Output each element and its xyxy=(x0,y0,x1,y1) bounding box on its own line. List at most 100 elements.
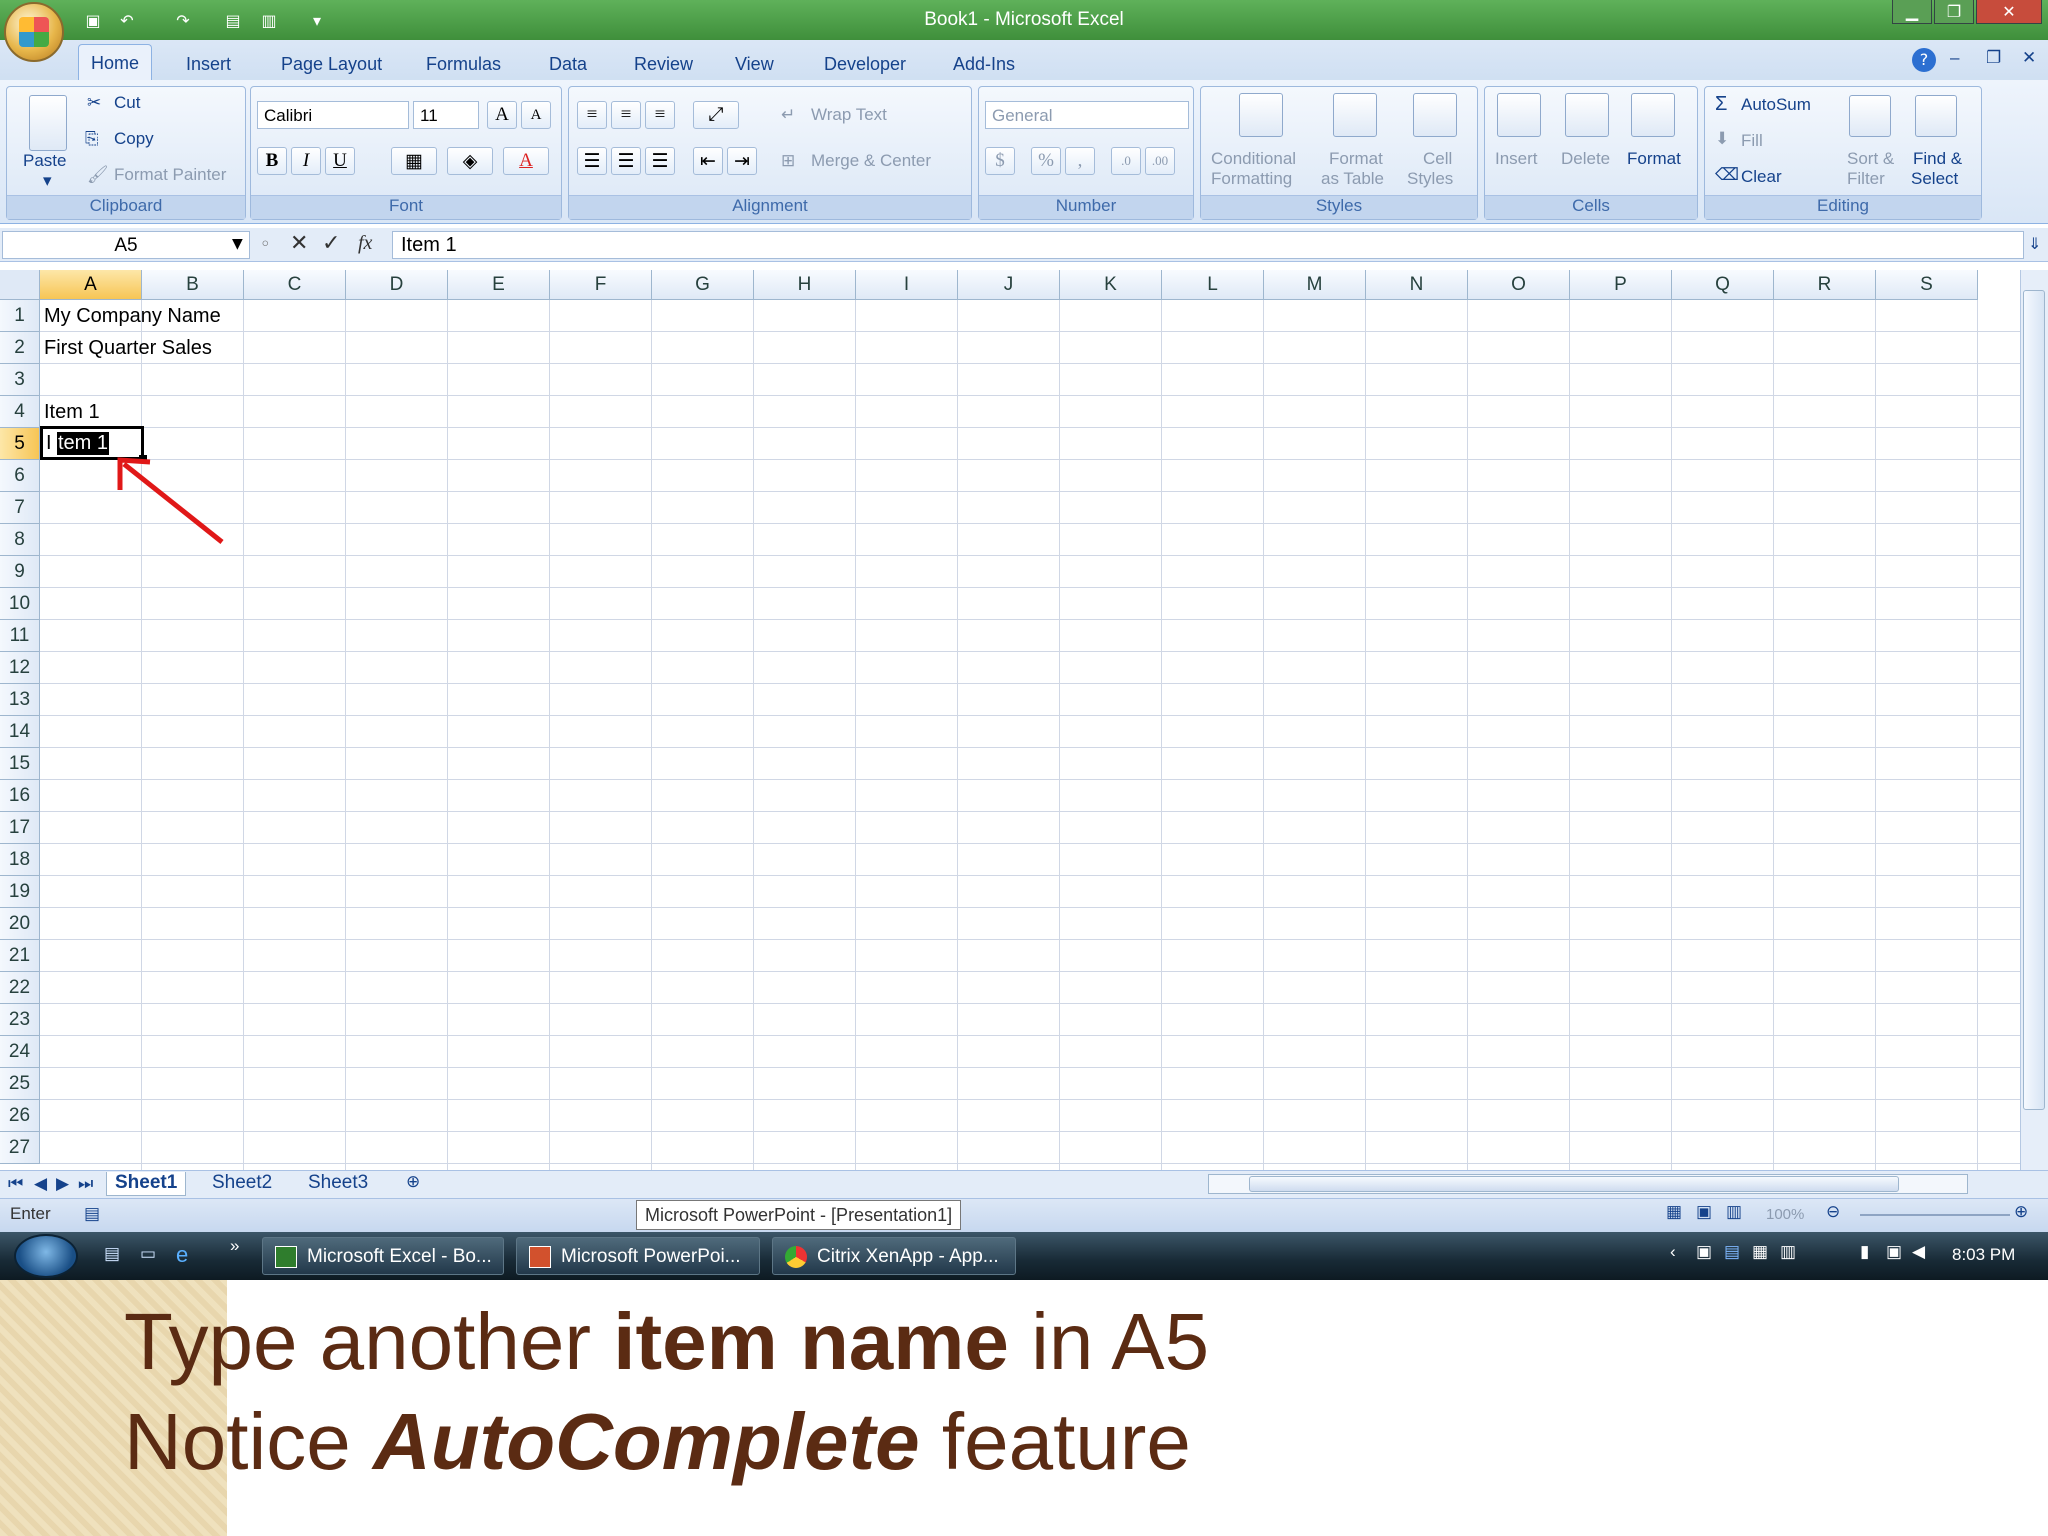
column-header-a[interactable]: A xyxy=(40,270,142,300)
row-header-21[interactable]: 21 xyxy=(0,940,40,972)
sort-filter-label-1[interactable]: Sort & xyxy=(1847,149,1894,169)
horizontal-scroll-thumb[interactable] xyxy=(1249,1176,1899,1192)
cut-button[interactable]: Cut xyxy=(114,93,140,113)
ribbon-restore-icon[interactable]: ❐ xyxy=(1986,48,2001,68)
column-header-l[interactable]: L xyxy=(1162,270,1264,300)
align-center-icon[interactable]: ☰ xyxy=(611,147,641,175)
internet-explorer-icon[interactable]: e xyxy=(176,1242,188,1268)
row-header-18[interactable]: 18 xyxy=(0,844,40,876)
row-header-12[interactable]: 12 xyxy=(0,652,40,684)
row-header-1[interactable]: 1 xyxy=(0,300,40,332)
tray-app-icon[interactable]: ▤ xyxy=(1724,1242,1740,1262)
cut-icon[interactable]: ✂ xyxy=(87,93,101,113)
vertical-scroll-thumb[interactable] xyxy=(2023,290,2045,1110)
wrap-text-icon[interactable]: ↵ xyxy=(781,105,795,125)
row-header-20[interactable]: 20 xyxy=(0,908,40,940)
macro-record-icon[interactable]: ▤ xyxy=(84,1204,100,1224)
align-top-icon[interactable]: ≡ xyxy=(577,101,607,129)
office-button[interactable] xyxy=(4,2,64,62)
tab-page-layout[interactable]: Page Layout xyxy=(269,48,394,80)
sheet-tab-sheet1[interactable]: Sheet1 xyxy=(106,1172,187,1196)
expand-formula-bar-icon[interactable]: ⇓ xyxy=(2028,234,2041,253)
formula-input[interactable]: Item 1 xyxy=(392,231,2024,259)
zoom-level[interactable]: 100% xyxy=(1766,1206,1804,1223)
insert-sheet-icon[interactable]: ⊕ xyxy=(406,1172,420,1192)
horizontal-scrollbar[interactable] xyxy=(1208,1174,1968,1194)
tab-review[interactable]: Review xyxy=(622,48,705,80)
format-painter-button[interactable]: Format Painter xyxy=(114,165,226,185)
sort-filter-label-2[interactable]: Filter xyxy=(1847,169,1885,189)
bold-button[interactable]: B xyxy=(257,147,287,175)
increase-decimal-icon[interactable]: .0 xyxy=(1111,147,1141,175)
borders-icon[interactable]: ▦ xyxy=(391,147,437,175)
tray-display-icon[interactable]: ▦ xyxy=(1752,1242,1768,1262)
name-box[interactable]: A5 xyxy=(2,231,250,259)
row-header-9[interactable]: 9 xyxy=(0,556,40,588)
sheet-nav-next-icon[interactable]: ▶ xyxy=(56,1174,69,1194)
page-layout-view-icon[interactable]: ▣ xyxy=(1696,1202,1712,1222)
fill-button[interactable]: Fill xyxy=(1741,131,1763,151)
tray-expand-icon[interactable]: ‹ xyxy=(1670,1242,1676,1262)
tray-printer-icon[interactable]: ▥ xyxy=(1780,1242,1796,1262)
font-size-box[interactable]: 11 xyxy=(413,101,479,129)
row-header-22[interactable]: 22 xyxy=(0,972,40,1004)
column-header-c[interactable]: C xyxy=(244,270,346,300)
increase-indent-icon[interactable]: ⇥ xyxy=(727,147,757,175)
taskbar-powerpoint[interactable]: Microsoft PowerPoi... xyxy=(516,1237,760,1275)
help-icon[interactable]: ? xyxy=(1912,48,1936,72)
sheet-nav-first-icon[interactable]: ⏮ xyxy=(8,1174,23,1194)
zoom-in-icon[interactable]: ⊕ xyxy=(2014,1202,2028,1222)
clear-button[interactable]: Clear xyxy=(1741,167,1782,187)
row-header-11[interactable]: 11 xyxy=(0,620,40,652)
delete-cells-button[interactable]: Delete xyxy=(1561,149,1610,169)
tab-insert[interactable]: Insert xyxy=(174,48,243,80)
paste-button[interactable]: Paste xyxy=(23,151,66,171)
align-middle-icon[interactable]: ≡ xyxy=(611,101,641,129)
cell-a4[interactable]: Item 1 xyxy=(40,396,100,424)
align-right-icon[interactable]: ☰ xyxy=(645,147,675,175)
show-desktop-icon[interactable]: ▤ xyxy=(104,1244,120,1264)
format-as-table-label-1[interactable]: Format xyxy=(1329,149,1383,169)
italic-button[interactable]: I xyxy=(291,147,321,175)
wrap-text-button[interactable]: Wrap Text xyxy=(811,105,887,125)
cell-a1[interactable]: My Company Name xyxy=(40,300,221,328)
column-header-e[interactable]: E xyxy=(448,270,550,300)
select-all-button[interactable] xyxy=(0,270,40,300)
grow-font-button[interactable]: A xyxy=(487,101,517,129)
tray-clock[interactable]: 8:03 PM xyxy=(1952,1245,2015,1265)
fill-icon[interactable]: ⬇ xyxy=(1715,129,1729,149)
row-header-16[interactable]: 16 xyxy=(0,780,40,812)
autosum-button[interactable]: AutoSum xyxy=(1741,95,1811,115)
start-button[interactable] xyxy=(14,1234,78,1278)
tab-developer[interactable]: Developer xyxy=(812,48,918,80)
vertical-scrollbar[interactable] xyxy=(2020,270,2048,1170)
column-header-g[interactable]: G xyxy=(652,270,754,300)
row-header-4[interactable]: 4 xyxy=(0,396,40,428)
tab-data[interactable]: Data xyxy=(537,48,599,80)
column-header-p[interactable]: P xyxy=(1570,270,1672,300)
row-header-19[interactable]: 19 xyxy=(0,876,40,908)
confirm-entry-icon[interactable]: ✓ xyxy=(322,231,340,256)
orientation-icon[interactable]: ⤢ xyxy=(693,101,739,129)
conditional-formatting-label-2[interactable]: Formatting xyxy=(1211,169,1292,189)
tray-battery-icon[interactable]: ▮ xyxy=(1860,1242,1869,1262)
row-header-27[interactable]: 27 xyxy=(0,1132,40,1164)
conditional-formatting-icon[interactable] xyxy=(1239,93,1283,137)
minimize-button[interactable]: ▁ xyxy=(1892,0,1932,24)
normal-view-icon[interactable]: ▦ xyxy=(1666,1202,1682,1222)
cell-a2[interactable]: First Quarter Sales xyxy=(40,332,212,360)
page-break-view-icon[interactable]: ▥ xyxy=(1726,1202,1742,1222)
row-header-23[interactable]: 23 xyxy=(0,1004,40,1036)
insert-cells-icon[interactable] xyxy=(1497,93,1541,137)
fill-color-icon[interactable]: ◈ xyxy=(447,147,493,175)
row-header-3[interactable]: 3 xyxy=(0,364,40,396)
cell-styles-label-2[interactable]: Styles xyxy=(1407,169,1453,189)
insert-cells-button[interactable]: Insert xyxy=(1495,149,1538,169)
formula-bar-handle-icon[interactable]: ◦ xyxy=(260,234,271,255)
name-box-dropdown-icon[interactable]: ▼ xyxy=(232,236,243,252)
ribbon-close-icon[interactable]: ✕ xyxy=(2022,48,2036,68)
align-bottom-icon[interactable]: ≡ xyxy=(645,101,675,129)
row-header-8[interactable]: 8 xyxy=(0,524,40,556)
column-header-f[interactable]: F xyxy=(550,270,652,300)
sheet-nav-last-icon[interactable]: ⏭ xyxy=(78,1174,93,1194)
